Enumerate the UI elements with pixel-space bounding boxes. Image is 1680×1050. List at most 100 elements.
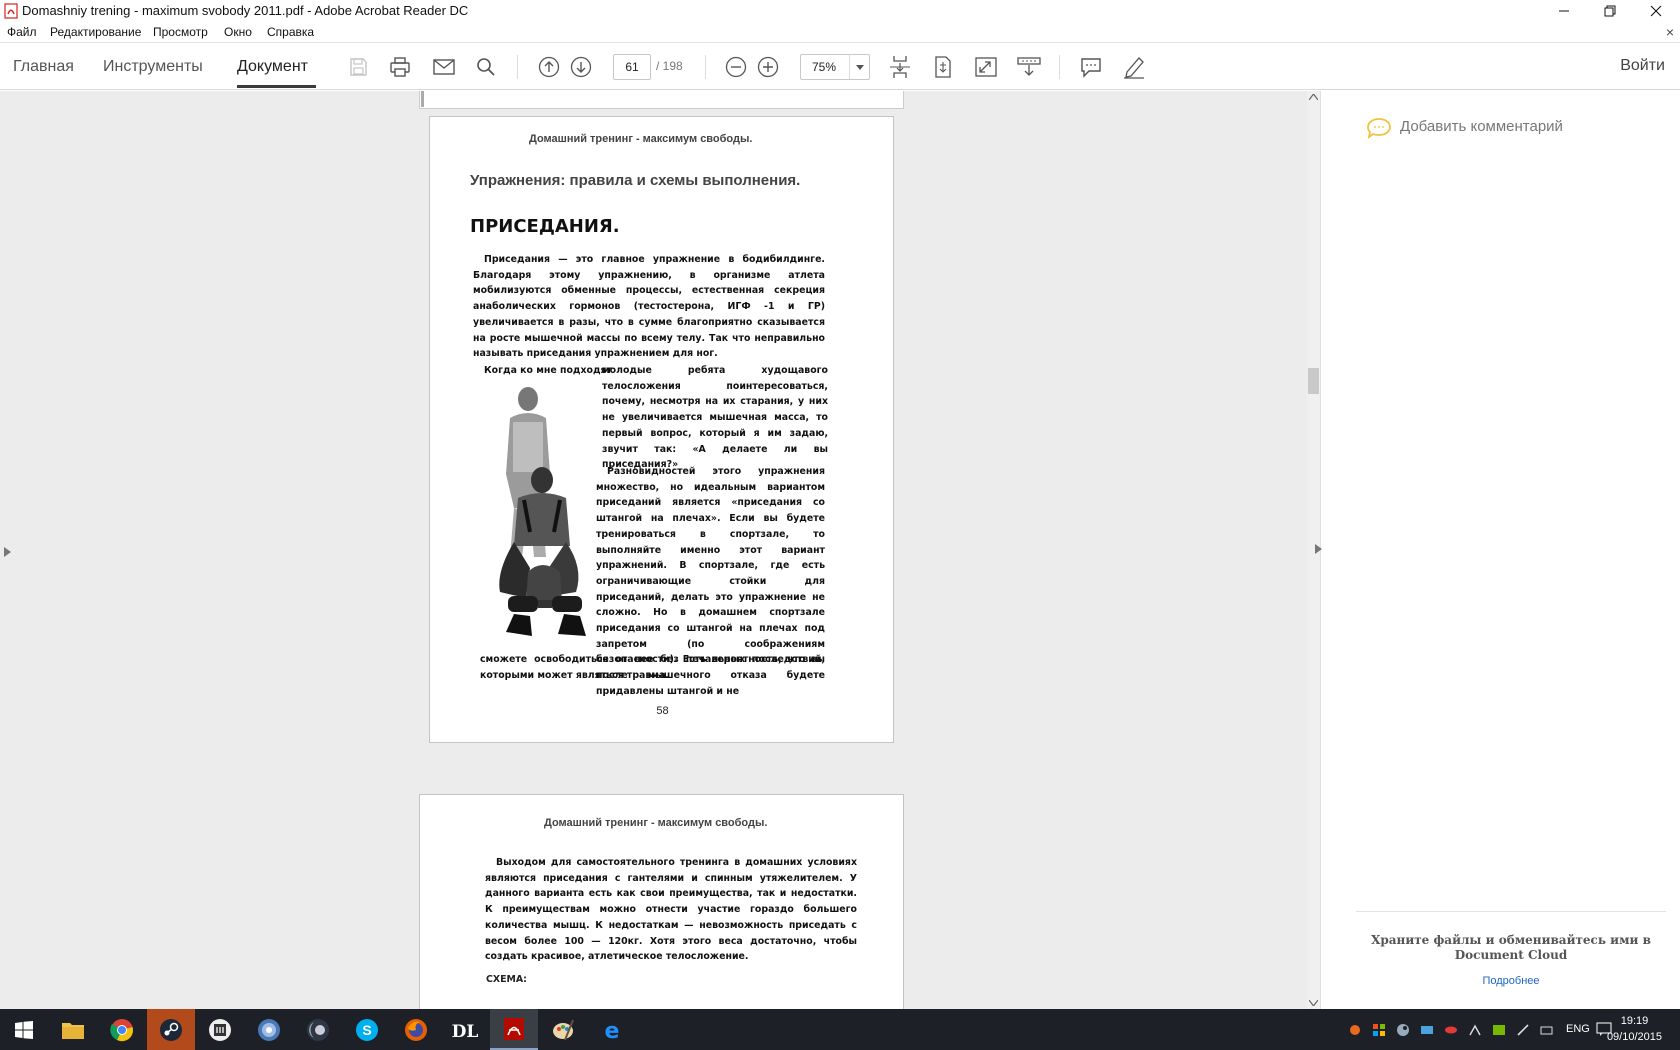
paragraph-lead: Когда ко мне подходят — [484, 363, 612, 379]
zoom-select[interactable]: 75% — [800, 54, 870, 80]
tray-lips-icon[interactable] — [1444, 1023, 1458, 1037]
paragraph-text: Приседания — это главное упражнение в бо… — [473, 254, 825, 360]
paragraph-intro: Выходом для самостоятельного тренинга в … — [485, 855, 857, 965]
zoom-value: 75% — [812, 60, 837, 74]
app-6-icon[interactable] — [294, 1009, 342, 1050]
add-comment-button[interactable]: Добавить комментарий — [1400, 118, 1563, 135]
toolbar: Главная Инструменты Документ 61 / 198 75… — [0, 43, 1680, 90]
scrollbar-thumb[interactable] — [1308, 368, 1319, 394]
scroll-up-icon[interactable] — [1309, 94, 1318, 100]
read-mode-icon[interactable] — [1015, 53, 1043, 81]
chevron-down-icon[interactable] — [849, 55, 869, 79]
clock-time: 19:19 — [1620, 1015, 1649, 1027]
email-icon[interactable] — [430, 53, 458, 81]
active-tab-indicator — [237, 85, 316, 88]
pdf-page-59: Домашний тренинг - максимум свободы. Вых… — [419, 794, 904, 1009]
learn-more-link[interactable]: Подробнее — [1366, 975, 1656, 987]
minimize-button[interactable] — [1541, 0, 1587, 22]
clock-date: 09/10/2015 — [1606, 1031, 1662, 1043]
close-window-button[interactable] — [1633, 0, 1679, 22]
toolbar-separator — [705, 55, 706, 79]
menu-edit[interactable]: Редактирование — [50, 25, 141, 39]
total-pages: / 198 — [656, 59, 683, 73]
app-5-icon[interactable] — [245, 1009, 293, 1050]
paragraph-intro: Приседания — это главное упражнение в бо… — [473, 252, 825, 362]
tray-battery-icon[interactable] — [1540, 1023, 1554, 1037]
sign-in-button[interactable]: Войти — [1620, 57, 1665, 75]
paragraph-tail: сможете освободиться от нее без печальны… — [480, 652, 825, 683]
next-page-icon[interactable] — [567, 53, 595, 81]
zoom-out-icon[interactable] — [722, 53, 750, 81]
menu-help[interactable]: Справка — [267, 25, 314, 39]
tray-network-icon[interactable] — [1468, 1023, 1482, 1037]
menu-window[interactable]: Окно — [224, 25, 252, 39]
toolbar-separator — [517, 55, 518, 79]
system-clock[interactable]: 19:19 09/10/2015 — [1607, 1013, 1662, 1045]
pane-divider — [1356, 911, 1666, 912]
comment-bubble-icon — [1366, 117, 1392, 139]
page-running-header: Домашний тренинг - максимум свободы. — [529, 133, 753, 145]
acrobat-taskbar-icon[interactable] — [490, 1009, 538, 1050]
paragraph-question: молодые ребята худощавого телосложения п… — [602, 363, 828, 473]
pdf-page-58: Домашний тренинг - максимум свободы. Упр… — [429, 116, 894, 743]
left-pane-toggle-icon[interactable] — [4, 547, 11, 557]
document-viewport[interactable]: Домашний тренинг - максимум свободы. Упр… — [0, 91, 1320, 1009]
full-screen-icon[interactable] — [972, 53, 1000, 81]
paint-app-icon[interactable] — [539, 1009, 587, 1050]
edge-icon[interactable]: e — [588, 1009, 636, 1050]
chrome-icon[interactable] — [98, 1009, 146, 1050]
previous-page-icon[interactable] — [535, 53, 563, 81]
exercise-title: ПРИСЕДАНИЯ. — [470, 216, 620, 237]
comment-icon[interactable] — [1077, 53, 1105, 81]
tray-nvidia-icon[interactable] — [1492, 1023, 1506, 1037]
svg-text:DL: DL — [452, 1022, 478, 1041]
svg-text:e: e — [605, 1019, 620, 1042]
menu-bar: Файл Редактирование Просмотр Окно Справк… — [0, 22, 1680, 43]
tray-steam-icon[interactable] — [1396, 1023, 1410, 1037]
athlete-squat-illustration — [480, 382, 598, 652]
paragraph-text: сможете освободиться от нее без печальны… — [480, 654, 825, 681]
page-number: 58 — [656, 705, 669, 717]
paragraph-lead-text: Когда ко мне подходят — [484, 365, 612, 376]
tray-app-icon[interactable] — [1420, 1023, 1434, 1037]
zoom-in-icon[interactable] — [754, 53, 782, 81]
menu-view[interactable]: Просмотр — [153, 25, 208, 39]
search-icon[interactable] — [472, 53, 500, 81]
page-running-header: Домашний тренинг - максимум свободы. — [544, 817, 768, 829]
scroll-mode-icon[interactable] — [886, 53, 914, 81]
dl-app-icon[interactable]: DL — [441, 1009, 489, 1050]
schema-label: СХЕМА: — [486, 974, 527, 985]
tray-windows-icon[interactable] — [1372, 1023, 1386, 1037]
tab-home[interactable]: Главная — [13, 58, 74, 76]
close-document-icon[interactable]: × — [1666, 24, 1674, 40]
start-button[interactable] — [0, 1009, 48, 1050]
window-title: Domashniy trening - maximum svobody 2011… — [22, 3, 469, 18]
taskbar: S DL e ENG 19:19 09/10/2015 — [0, 1009, 1680, 1050]
app-4-icon[interactable] — [196, 1009, 244, 1050]
skype-icon[interactable]: S — [343, 1009, 391, 1050]
paragraph-text: Выходом для самостоятельного тренинга в … — [485, 857, 857, 963]
steam-taskbar-icon[interactable] — [147, 1009, 195, 1050]
file-explorer-icon[interactable] — [49, 1009, 97, 1050]
firefox-icon[interactable] — [392, 1009, 440, 1050]
right-pane: Добавить комментарий Храните файлы и обм… — [1315, 91, 1680, 1009]
page-margin-bar — [421, 91, 424, 107]
section-title: Упражнения: правила и схемы выполнения. — [470, 172, 801, 189]
restore-button[interactable] — [1587, 0, 1633, 22]
page-number-input[interactable]: 61 — [613, 54, 651, 80]
paragraph-text: молодые ребята худощавого телосложения п… — [602, 365, 828, 471]
language-indicator[interactable]: ENG — [1566, 1023, 1590, 1035]
highlight-pen-icon[interactable] — [1120, 53, 1148, 81]
tab-tools[interactable]: Инструменты — [103, 58, 203, 76]
menu-file[interactable]: Файл — [7, 25, 37, 39]
tray-orange-icon[interactable] — [1348, 1023, 1362, 1037]
tab-document[interactable]: Документ — [237, 58, 308, 76]
print-icon[interactable] — [386, 53, 414, 81]
fit-page-icon[interactable] — [929, 53, 957, 81]
tray-pen-icon[interactable] — [1516, 1023, 1530, 1037]
document-cloud-promo: Храните файлы и обменивайтесь ими в Docu… — [1371, 933, 1651, 962]
collapse-pane-icon[interactable] — [1315, 544, 1322, 554]
acrobat-app-icon — [4, 3, 18, 19]
save-icon[interactable] — [344, 53, 372, 81]
scroll-down-icon[interactable] — [1309, 1000, 1318, 1006]
